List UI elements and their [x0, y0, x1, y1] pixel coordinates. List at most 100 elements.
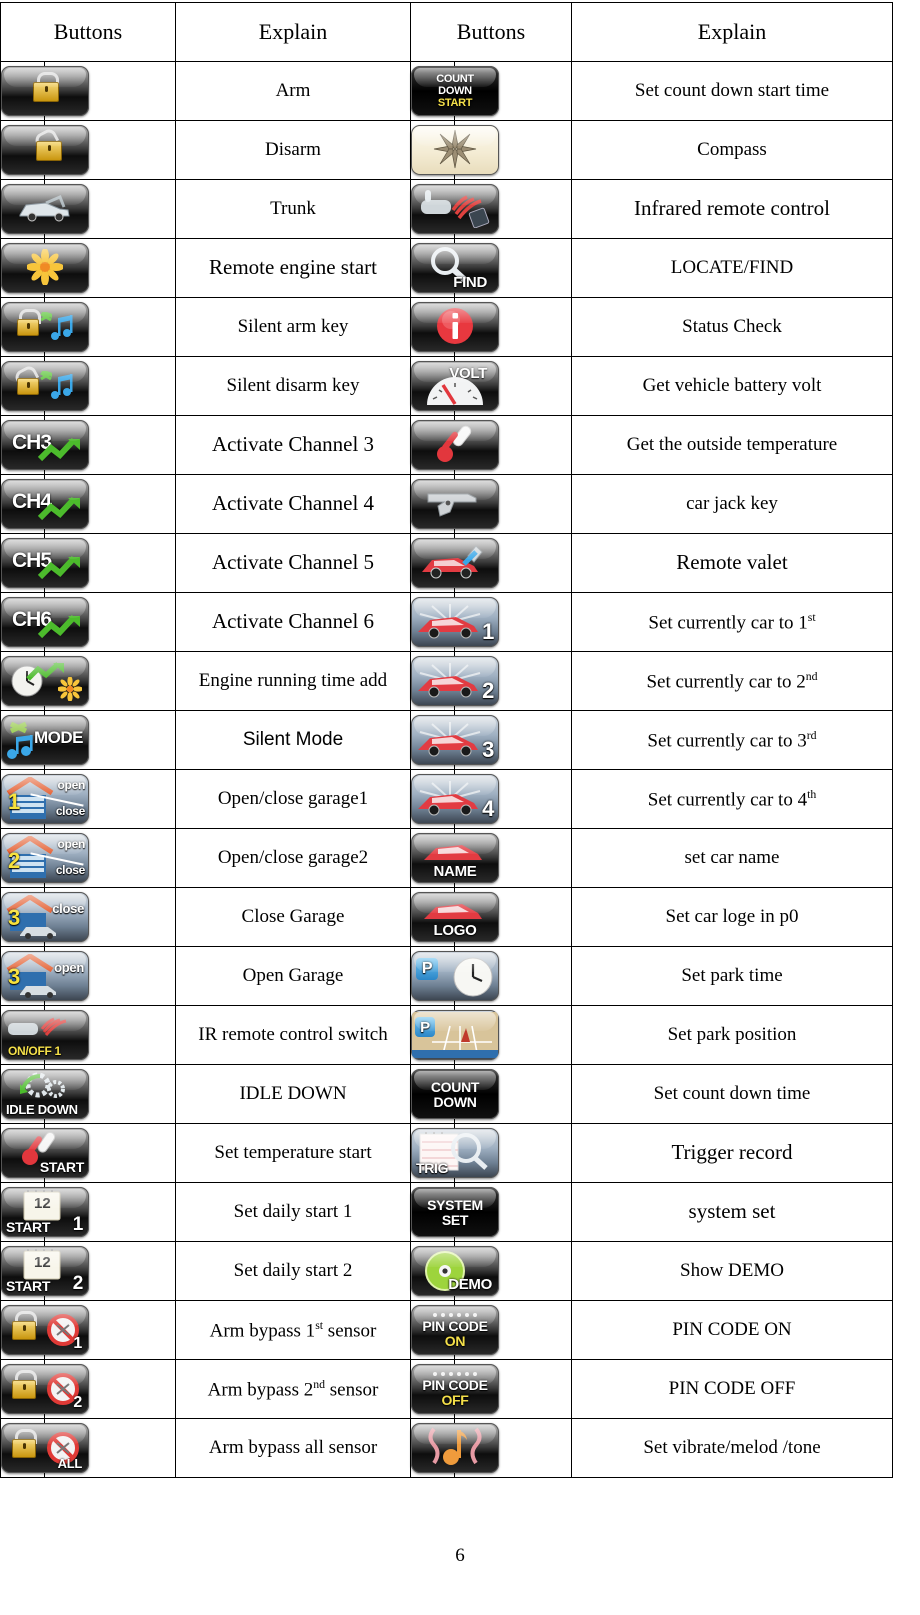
- icon-wrapper[interactable]: [1, 361, 89, 411]
- button-icon-cell-left[interactable]: 3 open: [0, 946, 89, 1006]
- button-icon-cell-right[interactable]: COUNT DOWN: [410, 1064, 499, 1124]
- icon-wrapper[interactable]: NAME: [411, 833, 499, 883]
- icon-wrapper[interactable]: ON/OFF 1: [1, 1010, 89, 1060]
- icon-wrapper[interactable]: 3 close: [1, 892, 89, 942]
- button-icon-cell-right[interactable]: 1: [410, 592, 499, 652]
- button-icon-cell-left[interactable]: ALL: [0, 1418, 89, 1478]
- icon-wrapper[interactable]: 12 START 1: [1, 1187, 89, 1237]
- button-icon-cell-right[interactable]: [410, 1418, 499, 1478]
- button-icon-cell-left[interactable]: CH5: [0, 533, 89, 593]
- button-icon-cell-right[interactable]: [410, 533, 499, 593]
- button-icon-cell-right[interactable]: COUNT DOWN START: [410, 61, 499, 121]
- icon-wrapper[interactable]: ALL: [1, 1423, 89, 1473]
- icon-wrapper[interactable]: [411, 538, 499, 588]
- button-icon-cell-right[interactable]: 3: [410, 710, 499, 770]
- idle-down-icon-button[interactable]: IDLE DOWN: [1, 1069, 89, 1119]
- button-icon-cell-right[interactable]: [410, 415, 499, 475]
- icon-wrapper[interactable]: [411, 125, 499, 175]
- count-down-icon-button[interactable]: COUNT DOWN: [411, 1069, 499, 1119]
- button-icon-cell-right[interactable]: [410, 474, 499, 534]
- icon-wrapper[interactable]: [1, 184, 89, 234]
- icon-wrapper[interactable]: SYSTEM SET: [411, 1187, 499, 1237]
- silent-arm-key-icon-button[interactable]: [1, 302, 89, 352]
- icon-wrapper[interactable]: 2: [1, 1364, 89, 1414]
- icon-wrapper[interactable]: COUNT DOWN: [411, 1069, 499, 1119]
- button-icon-cell-left[interactable]: CH4: [0, 474, 89, 534]
- compass-icon-button[interactable]: [411, 125, 499, 175]
- channel-4-icon-button[interactable]: CH4: [1, 479, 89, 529]
- handgun-icon-button[interactable]: [411, 479, 499, 529]
- icon-wrapper[interactable]: 4: [411, 774, 499, 824]
- button-icon-cell-right[interactable]: SYSTEM SET: [410, 1182, 499, 1242]
- arm-bypass-1-icon-button[interactable]: 1: [1, 1305, 89, 1355]
- button-icon-cell-right[interactable]: PIN CODE ON: [410, 1300, 499, 1360]
- icon-wrapper[interactable]: PIN CODE OFF: [411, 1364, 499, 1414]
- car-3-icon-button[interactable]: 3: [411, 715, 499, 765]
- button-icon-cell-left[interactable]: 12 START 1: [0, 1182, 89, 1242]
- infrared-remote-icon-button[interactable]: [411, 184, 499, 234]
- engine-start-flower-icon-button[interactable]: [1, 243, 89, 293]
- icon-wrapper[interactable]: [411, 479, 499, 529]
- engine-running-time-icon-button[interactable]: [1, 656, 89, 706]
- button-icon-cell-right[interactable]: P: [410, 946, 499, 1006]
- icon-wrapper[interactable]: COUNT DOWN START: [411, 66, 499, 116]
- icon-wrapper[interactable]: [1, 302, 89, 352]
- car-name-icon-button[interactable]: NAME: [411, 833, 499, 883]
- icon-wrapper[interactable]: DEMO: [411, 1246, 499, 1296]
- locate-find-icon-button[interactable]: FIND: [411, 243, 499, 293]
- icon-wrapper[interactable]: [1, 66, 89, 116]
- icon-wrapper[interactable]: IDLE DOWN: [1, 1069, 89, 1119]
- icon-wrapper[interactable]: [411, 302, 499, 352]
- icon-wrapper[interactable]: 1 open close: [1, 774, 89, 824]
- ir-onoff-1-icon-button[interactable]: ON/OFF 1: [1, 1010, 89, 1060]
- icon-wrapper[interactable]: [411, 184, 499, 234]
- button-icon-cell-right[interactable]: PIN CODE OFF: [410, 1359, 499, 1419]
- button-icon-cell-right[interactable]: P: [410, 1005, 499, 1065]
- channel-3-icon-button[interactable]: CH3: [1, 420, 89, 470]
- button-icon-cell-left[interactable]: 3 close: [0, 887, 89, 947]
- button-icon-cell-left[interactable]: CH3: [0, 415, 89, 475]
- button-icon-cell-right[interactable]: [410, 179, 499, 239]
- channel-6-icon-button[interactable]: CH6: [1, 597, 89, 647]
- icon-wrapper[interactable]: MODE: [1, 715, 89, 765]
- button-icon-cell-left[interactable]: [0, 651, 89, 711]
- icon-wrapper[interactable]: 1: [411, 597, 499, 647]
- thermometer-icon-button[interactable]: [411, 420, 499, 470]
- button-icon-cell-left[interactable]: [0, 297, 89, 357]
- icon-wrapper[interactable]: [1, 656, 89, 706]
- volt-gauge-icon-button[interactable]: VOLT: [411, 361, 499, 411]
- status-info-icon-button[interactable]: [411, 302, 499, 352]
- garage3-open-icon-button[interactable]: 3 open: [1, 951, 89, 1001]
- demo-disc-icon-button[interactable]: DEMO: [411, 1246, 499, 1296]
- button-icon-cell-left[interactable]: 2 open close: [0, 828, 89, 888]
- icon-wrapper[interactable]: PIN CODE ON: [411, 1305, 499, 1355]
- icon-wrapper[interactable]: [1, 243, 89, 293]
- park-position-icon-button[interactable]: P: [411, 1010, 499, 1060]
- icon-wrapper[interactable]: CH6: [1, 597, 89, 647]
- lock-closed-icon-button[interactable]: [1, 66, 89, 116]
- car-1-icon-button[interactable]: 1: [411, 597, 499, 647]
- button-icon-cell-left[interactable]: ON/OFF 1: [0, 1005, 89, 1065]
- button-icon-cell-left[interactable]: [0, 356, 89, 416]
- button-icon-cell-left[interactable]: 1: [0, 1300, 89, 1360]
- button-icon-cell-right[interactable]: FIND: [410, 238, 499, 298]
- button-icon-cell-right[interactable]: NAME: [410, 828, 499, 888]
- button-icon-cell-right[interactable]: TRIG: [410, 1123, 499, 1183]
- button-icon-cell-left[interactable]: CH6: [0, 592, 89, 652]
- button-icon-cell-right[interactable]: 4: [410, 769, 499, 829]
- pin-code-on-icon-button[interactable]: PIN CODE ON: [411, 1305, 499, 1355]
- car-2-icon-button[interactable]: 2: [411, 656, 499, 706]
- car-logo-icon-button[interactable]: LOGO: [411, 892, 499, 942]
- icon-wrapper[interactable]: TRIG: [411, 1128, 499, 1178]
- icon-wrapper[interactable]: LOGO: [411, 892, 499, 942]
- icon-wrapper[interactable]: 2 open close: [1, 833, 89, 883]
- arm-bypass-all-icon-button[interactable]: ALL: [1, 1423, 89, 1473]
- icon-wrapper[interactable]: [411, 420, 499, 470]
- daily-start-2-icon-button[interactable]: 12 START 2: [1, 1246, 89, 1296]
- icon-wrapper[interactable]: 12 START 2: [1, 1246, 89, 1296]
- lock-open-icon-button[interactable]: [1, 125, 89, 175]
- icon-wrapper[interactable]: P: [411, 1010, 499, 1060]
- button-icon-cell-left[interactable]: [0, 238, 89, 298]
- button-icon-cell-left[interactable]: 2: [0, 1359, 89, 1419]
- icon-wrapper[interactable]: CH5: [1, 538, 89, 588]
